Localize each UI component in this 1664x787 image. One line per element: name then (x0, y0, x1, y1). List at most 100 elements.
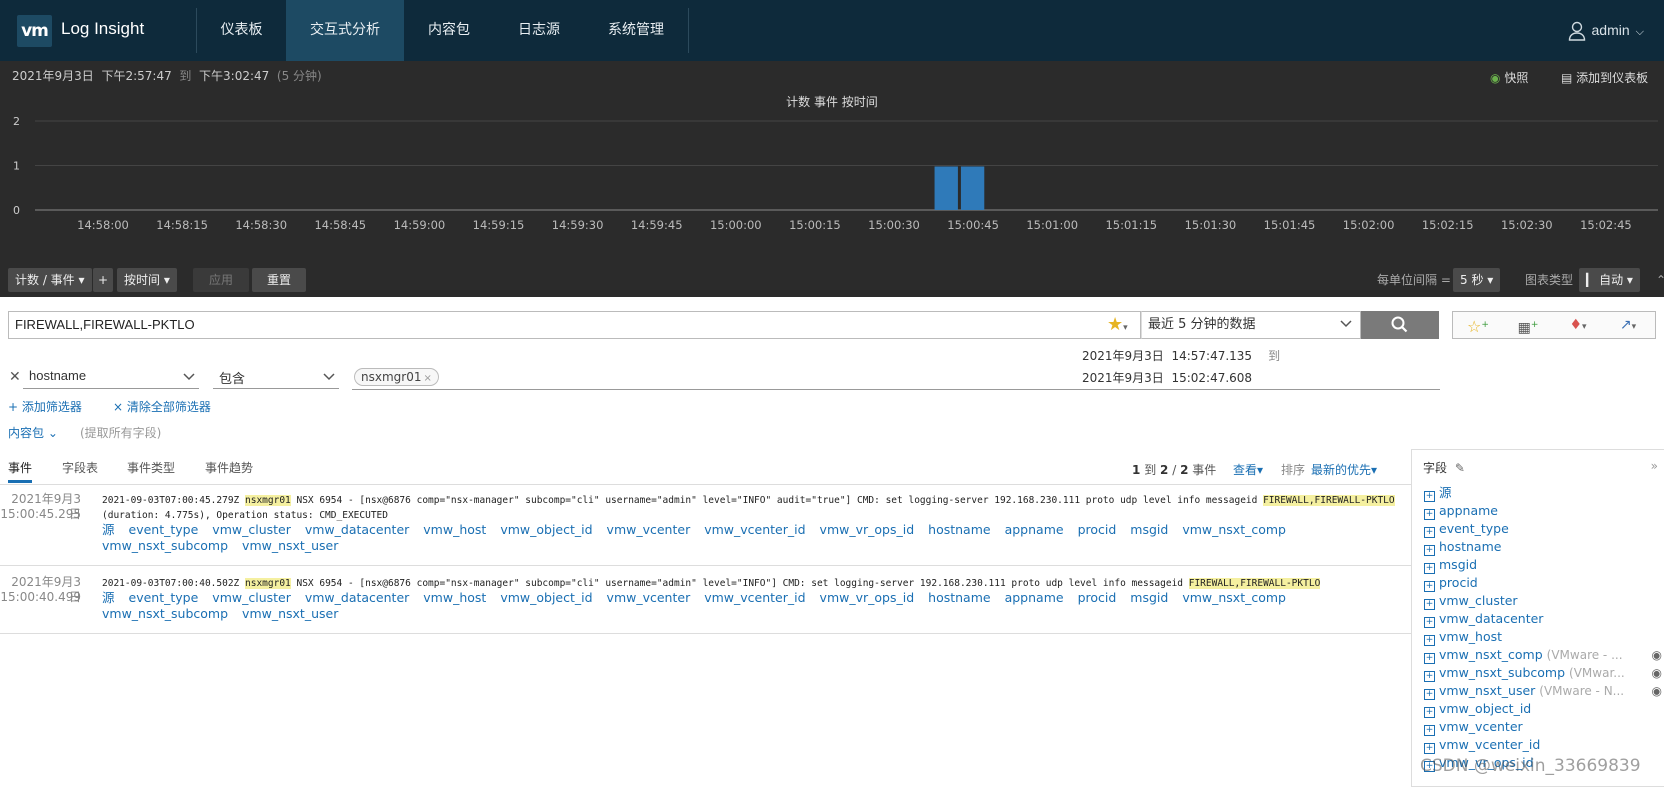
remove-chip-icon[interactable]: × (423, 373, 431, 384)
chart-bar[interactable] (960, 166, 985, 211)
field-link[interactable]: vmw_vcenter (607, 590, 691, 606)
event-text[interactable]: 2021-09-03T07:00:40.502Z nsxmgr01 NSX 69… (102, 576, 1402, 591)
field-link[interactable]: msgid (1130, 590, 1168, 606)
field-link[interactable]: vmw_vr_ops_id (820, 590, 915, 606)
add-dashboard-icon[interactable]: ▦+ (1503, 312, 1553, 338)
field-link[interactable]: hostname (928, 590, 990, 606)
field-name[interactable]: 源 (1439, 485, 1452, 500)
filter-value-input[interactable]: nsxmgr01 × (352, 365, 1440, 390)
event-row[interactable]: 2021年9月3日 15:00:40.499 2021-09-03T07:00:… (0, 575, 1411, 631)
field-link[interactable]: vmw_host (423, 522, 486, 538)
field-link[interactable]: vmw_datacenter (305, 522, 409, 538)
search-input[interactable]: FIREWALL,FIREWALL-PKTLO (15, 312, 195, 338)
field-link[interactable]: vmw_nsxt_subcomp (102, 538, 228, 554)
field-link[interactable]: vmw_object_id (500, 590, 592, 606)
expand-plus-icon[interactable]: + (1424, 671, 1435, 682)
sort-dropdown[interactable]: 最新的优先▾ (1311, 461, 1377, 478)
field-item[interactable]: + vmw_cluster (1424, 592, 1664, 610)
event-text[interactable]: 2021-09-03T07:00:45.279Z nsxmgr01 NSX 69… (102, 493, 1402, 523)
field-name[interactable]: appname (1439, 503, 1498, 518)
filter-field-select[interactable]: hostname (23, 365, 199, 389)
eye-icon[interactable]: ◉ (1652, 664, 1662, 682)
field-name[interactable]: procid (1439, 575, 1478, 590)
eye-icon[interactable]: ◉ (1652, 682, 1662, 700)
expand-plus-icon[interactable]: + (1424, 653, 1435, 664)
expand-plus-icon[interactable]: + (1424, 707, 1435, 718)
remove-filter-icon[interactable]: ✕ (9, 369, 21, 385)
field-link[interactable]: vmw_nsxt_user (242, 606, 338, 622)
field-link[interactable]: vmw_datacenter (305, 590, 409, 606)
content-pack-dropdown[interactable]: 内容包 ⌄ (8, 424, 58, 441)
expand-plus-icon[interactable]: + (1424, 617, 1435, 628)
tab-event-types[interactable]: 事件类型 (127, 459, 175, 483)
field-link[interactable]: 源 (102, 590, 115, 606)
expand-plus-icon[interactable]: + (1424, 599, 1435, 610)
tab-events[interactable]: 事件 (8, 459, 33, 483)
field-item[interactable]: + vmw_nsxt_user (VMware - N... ◉ (1424, 682, 1664, 700)
field-name[interactable]: vmw_vcenter (1439, 719, 1523, 734)
extract-all-fields-link[interactable]: (提取所有字段) (80, 424, 161, 441)
expand-plus-icon[interactable]: + (1424, 509, 1435, 520)
collapse-icon[interactable]: ⌃ (1656, 268, 1664, 292)
field-link[interactable]: vmw_nsxt_comp (1182, 522, 1286, 538)
filter-operator-select[interactable]: 包含 (213, 365, 339, 389)
nav-interactive-analysis[interactable]: 交互式分析 (286, 0, 404, 61)
field-item[interactable]: + 源 (1424, 484, 1664, 502)
field-link[interactable]: procid (1078, 522, 1117, 538)
field-item[interactable]: + vmw_vcenter (1424, 718, 1664, 736)
field-link[interactable]: 源 (102, 522, 115, 538)
expand-plus-icon[interactable]: + (1424, 635, 1435, 646)
field-name[interactable]: vmw_nsxt_user (1439, 683, 1535, 698)
field-link[interactable]: vmw_cluster (212, 522, 291, 538)
expand-plus-icon[interactable]: + (1424, 689, 1435, 700)
expand-plus-icon[interactable]: + (1424, 527, 1435, 538)
field-item[interactable]: + msgid (1424, 556, 1664, 574)
event-row[interactable]: 2021年9月3日 15:00:45.295 2021-09-03T07:00:… (0, 492, 1411, 564)
field-link[interactable]: hostname (928, 522, 990, 538)
field-name[interactable]: hostname (1439, 539, 1501, 554)
field-name[interactable]: msgid (1439, 557, 1477, 572)
field-item[interactable]: + vmw_nsxt_subcomp (VMwar... ◉ (1424, 664, 1664, 682)
field-name[interactable]: vmw_nsxt_subcomp (1439, 665, 1565, 680)
favorite-star-icon[interactable]: ★▾ (1107, 314, 1128, 335)
field-link[interactable]: event_type (129, 522, 199, 538)
field-item[interactable]: + hostname (1424, 538, 1664, 556)
field-link[interactable]: vmw_cluster (212, 590, 291, 606)
field-link[interactable]: vmw_vcenter_id (704, 590, 805, 606)
tab-event-trends[interactable]: 事件趋势 (205, 459, 253, 483)
expand-plus-icon[interactable]: + (1424, 545, 1435, 556)
snapshot-button[interactable]: ◉ 快照 (1490, 69, 1528, 86)
expand-plus-icon[interactable]: + (1424, 563, 1435, 574)
chart-bar[interactable] (934, 166, 958, 211)
apply-button[interactable]: 应用 (193, 268, 249, 292)
add-filter-link[interactable]: + 添加筛选器 (8, 398, 82, 415)
field-name[interactable]: event_type (1439, 521, 1509, 536)
field-link[interactable]: appname (1005, 522, 1064, 538)
nav-content-packs[interactable]: 内容包 (404, 0, 494, 61)
field-link[interactable]: vmw_nsxt_user (242, 538, 338, 554)
count-events-dropdown[interactable]: 计数 / 事件 ▾ (8, 268, 92, 292)
field-item[interactable]: + vmw_datacenter (1424, 610, 1664, 628)
field-item[interactable]: + vmw_object_id (1424, 700, 1664, 718)
tab-field-table[interactable]: 字段表 (62, 459, 98, 483)
field-link[interactable]: vmw_host (423, 590, 486, 606)
field-item[interactable]: + vmw_nsxt_comp (VMware - ... ◉ (1424, 646, 1664, 664)
field-name[interactable]: vmw_host (1439, 629, 1502, 644)
field-link[interactable]: vmw_nsxt_subcomp (102, 606, 228, 622)
field-name[interactable]: vmw_object_id (1439, 701, 1531, 716)
alert-icon[interactable]: ♦▾ (1553, 312, 1603, 338)
expand-plus-icon[interactable]: + (1424, 581, 1435, 592)
field-name[interactable]: vmw_nsxt_comp (1439, 647, 1543, 662)
nav-dashboard[interactable]: 仪表板 (197, 0, 286, 61)
expand-plus-icon[interactable]: + (1424, 725, 1435, 736)
field-link[interactable]: vmw_vcenter (607, 522, 691, 538)
chart-type-dropdown[interactable]: ▎ 自动 ▾ (1579, 268, 1640, 292)
pencil-icon[interactable]: ✎ (1455, 461, 1465, 475)
field-link[interactable]: procid (1078, 590, 1117, 606)
eye-icon[interactable]: ◉ (1652, 646, 1662, 664)
field-name[interactable]: vmw_vcenter_id (1439, 737, 1540, 752)
add-favorite-icon[interactable]: ☆+ (1453, 312, 1503, 338)
collapse-panel-icon[interactable]: » (1651, 459, 1658, 473)
add-to-dashboard-button[interactable]: ▤ 添加到仪表板 (1561, 69, 1648, 86)
clear-all-filters-link[interactable]: × 清除全部筛选器 (113, 398, 211, 415)
